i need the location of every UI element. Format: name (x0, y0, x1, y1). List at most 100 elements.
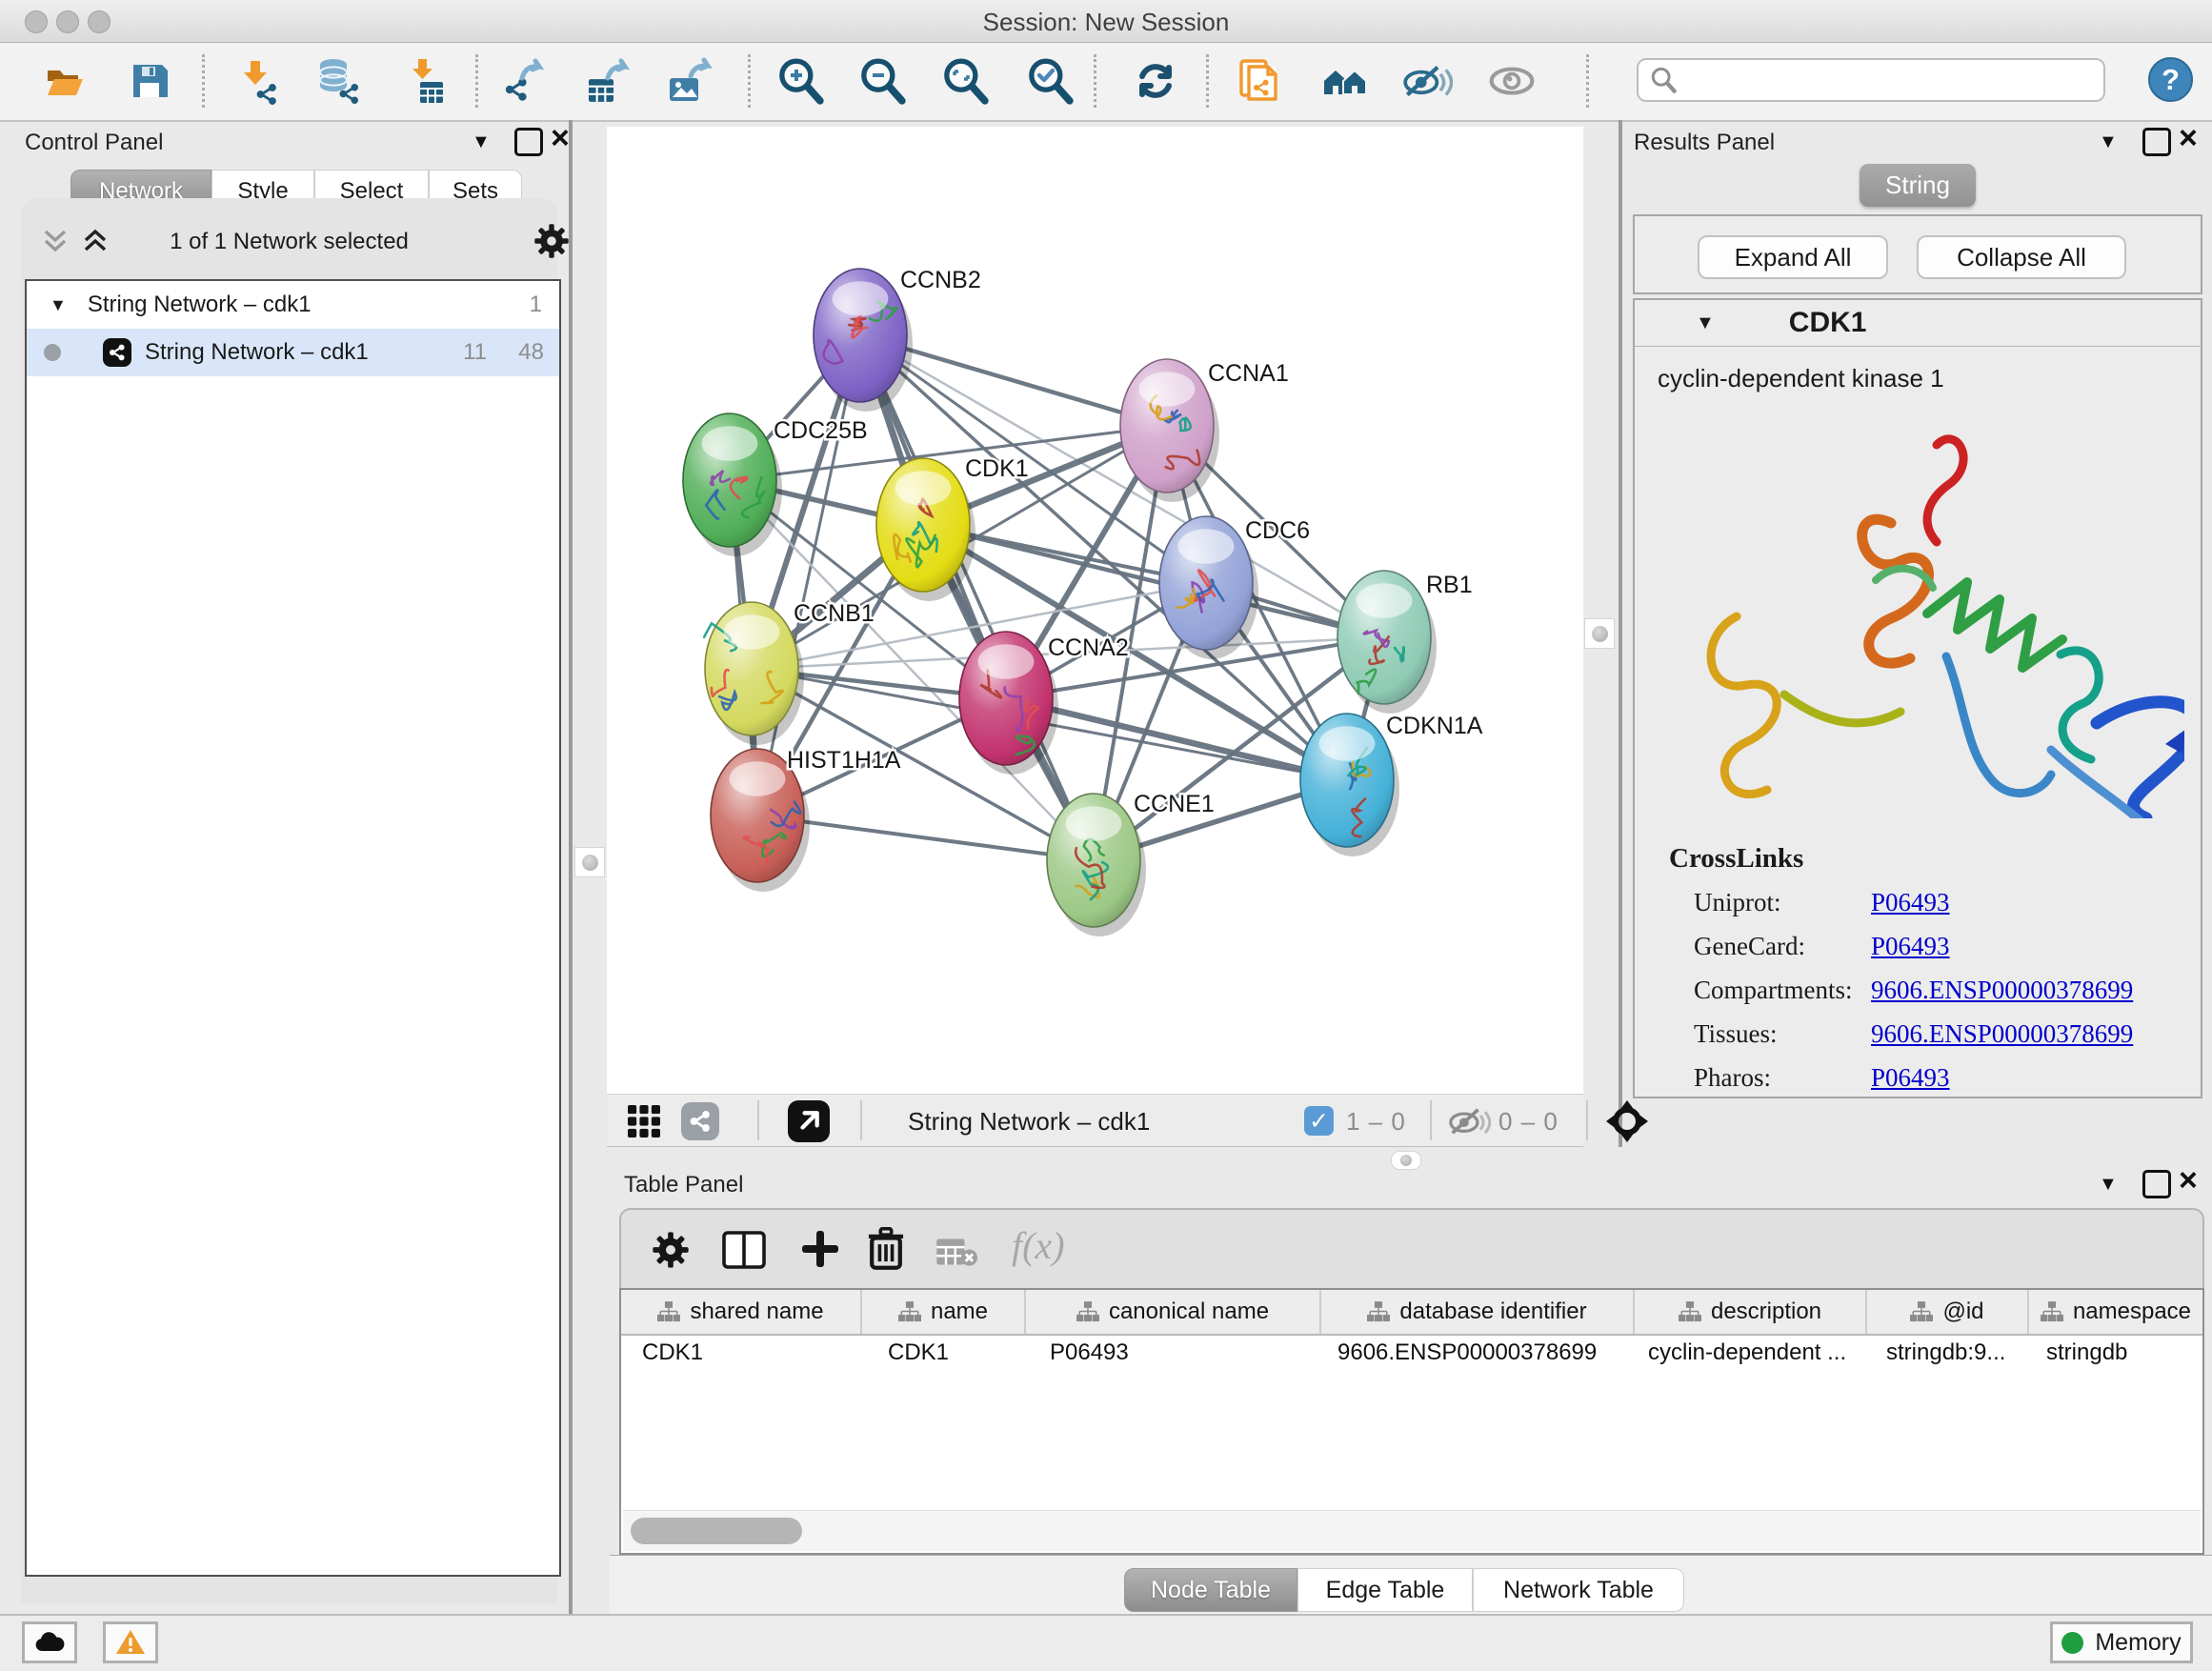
control-panel-collapse-icon[interactable]: ▼ (472, 131, 491, 153)
column-header-description[interactable]: description (1635, 1290, 1867, 1334)
column-header-canonical-name[interactable]: canonical name (1026, 1290, 1321, 1334)
crosslink-uniprot-link[interactable]: P06493 (1871, 888, 1950, 917)
column-header-namespace[interactable]: namespace (2029, 1290, 2202, 1334)
toolbar-separator (748, 54, 751, 108)
network-collection-row[interactable]: ▼ String Network – cdk1 1 (27, 281, 559, 329)
left-splitter-handle[interactable] (574, 847, 605, 877)
clone-network-button[interactable] (1235, 56, 1284, 106)
network-selection-status: 1 of 1 Network selected (21, 229, 557, 255)
crosslink-genecard-link[interactable]: P06493 (1871, 932, 1950, 961)
zoom-fit-button[interactable] (940, 56, 990, 106)
open-in-window-button[interactable] (788, 1100, 830, 1142)
zoom-fit-icon (941, 57, 989, 105)
network-options-gear-icon[interactable] (533, 223, 570, 259)
crosslink-label: Pharos: (1694, 1063, 1771, 1093)
search-icon (1650, 67, 1677, 93)
create-column-plus-icon[interactable] (800, 1229, 840, 1269)
table-panel-close-icon[interactable]: × (2179, 1170, 2198, 1191)
open-file-button[interactable] (40, 56, 90, 106)
control-panel-float-icon[interactable] (514, 128, 543, 156)
column-header-database-identifier[interactable]: database identifier (1321, 1290, 1635, 1334)
zoom-out-button[interactable] (857, 56, 907, 106)
crosslink-tissues-link[interactable]: 9606.ENSP00000378699 (1871, 1019, 2133, 1049)
netbar-separator (1586, 1100, 1588, 1140)
table-options-gear-icon[interactable] (652, 1231, 690, 1269)
cell-database-identifier: 9606.ENSP00000378699 (1337, 1339, 1597, 1366)
zoom-in-button[interactable] (775, 56, 825, 106)
search-field[interactable] (1637, 58, 2105, 102)
control-panel-close-icon[interactable]: × (551, 128, 570, 149)
import-network-database-button[interactable] (313, 56, 363, 106)
automation-cloud-button[interactable] (22, 1621, 77, 1663)
import-network-file-button[interactable] (232, 56, 282, 106)
crosslink-compartments-link[interactable]: 9606.ENSP00000378699 (1871, 976, 2133, 1005)
table-panel-collapse-icon[interactable]: ▼ (2099, 1174, 2118, 1196)
left-splitter[interactable] (569, 120, 573, 1614)
refresh-button[interactable] (1131, 56, 1180, 106)
cell-id: stringdb:9... (1886, 1339, 2005, 1366)
warnings-button[interactable] (103, 1621, 158, 1663)
hide-selected-button[interactable] (1403, 56, 1453, 106)
protein-header[interactable]: ▼ CDK1 (1635, 300, 2201, 347)
column-header-name[interactable]: name (862, 1290, 1026, 1334)
show-columns-icon[interactable] (722, 1231, 766, 1269)
import-table-button[interactable] (398, 56, 448, 106)
scrollbar-thumb[interactable] (631, 1518, 802, 1544)
table-toolbar: f(x) (619, 1208, 2204, 1288)
export-image-icon (666, 57, 714, 105)
column-header-shared-name[interactable]: shared name (621, 1290, 862, 1334)
export-network-button[interactable] (500, 56, 550, 106)
results-panel-close-icon[interactable]: × (2179, 128, 2198, 149)
zoom-selected-button[interactable] (1025, 56, 1075, 106)
right-splitter-handle[interactable] (1584, 618, 1615, 649)
memory-button[interactable]: Memory (2050, 1621, 2193, 1663)
table-panel-float-icon[interactable] (2142, 1170, 2171, 1198)
right-splitter[interactable] (1619, 120, 1622, 1147)
expand-all-button[interactable]: Expand All (1698, 235, 1888, 279)
protein-structure-image (1651, 409, 2184, 818)
protein-description: cyclin-dependent kinase 1 (1658, 364, 2201, 393)
help-button[interactable]: ? (2148, 57, 2193, 102)
export-table-button[interactable] (582, 56, 632, 106)
results-panel-float-icon[interactable] (2142, 128, 2171, 156)
tree-column-icon (1679, 1301, 1701, 1322)
share-icon (688, 1109, 713, 1134)
eye-icon (1488, 65, 1536, 97)
table-panel-title: Table Panel (624, 1172, 743, 1198)
export-image-button[interactable] (665, 56, 714, 106)
delete-column-trash-icon[interactable] (867, 1227, 905, 1271)
collapse-all-button[interactable]: Collapse All (1917, 235, 2126, 279)
svg-text:CCNA2: CCNA2 (1048, 634, 1129, 661)
birdseye-grid-icon[interactable] (628, 1105, 660, 1137)
application-window: Session: New Session (0, 0, 2212, 1671)
network-graph[interactable]: CCNB2CCNA1CDC25BCDK1CDC6RB1CCNB1CCNA2CDK… (607, 127, 1583, 1094)
hidden-eye-slash-icon (1449, 1106, 1491, 1137)
tab-network-table[interactable]: Network Table (1473, 1568, 1684, 1612)
tab-node-table[interactable]: Node Table (1124, 1568, 1297, 1612)
import-table-icon (399, 57, 447, 105)
database-icon (314, 57, 362, 105)
network-row[interactable]: String Network – cdk1 11 48 (27, 329, 559, 376)
crosslinks-title: CrossLinks (1669, 843, 2201, 875)
toolbar-separator (1206, 54, 1209, 108)
svg-text:RB1: RB1 (1426, 572, 1473, 598)
crosslink-pharos-link[interactable]: P06493 (1871, 1063, 1950, 1093)
save-session-button[interactable] (125, 56, 174, 106)
column-header-id[interactable]: @id (1867, 1290, 2029, 1334)
show-all-button[interactable] (1487, 56, 1537, 106)
tab-edge-table[interactable]: Edge Table (1297, 1568, 1473, 1612)
collection-expand-icon[interactable]: ▼ (50, 295, 67, 315)
selected-checkbox[interactable]: ✓ (1304, 1106, 1334, 1136)
import-network-icon (233, 57, 281, 105)
network-overview-toggle[interactable] (681, 1102, 719, 1140)
cloud-icon (33, 1631, 66, 1654)
tab-string-results[interactable]: String (1860, 164, 1976, 207)
crosslink-label: GeneCard: (1694, 932, 1805, 961)
results-panel-collapse-icon[interactable]: ▼ (2099, 131, 2118, 153)
graphics-details-button[interactable] (1320, 56, 1370, 106)
search-input[interactable] (1677, 66, 2103, 94)
memory-label: Memory (2095, 1629, 2181, 1657)
table-horizontal-scrollbar[interactable] (623, 1510, 2201, 1551)
network-canvas[interactable]: CCNB2CCNA1CDC25BCDK1CDC6RB1CCNB1CCNA2CDK… (607, 127, 1583, 1094)
protein-collapse-icon[interactable]: ▼ (1696, 312, 1715, 334)
